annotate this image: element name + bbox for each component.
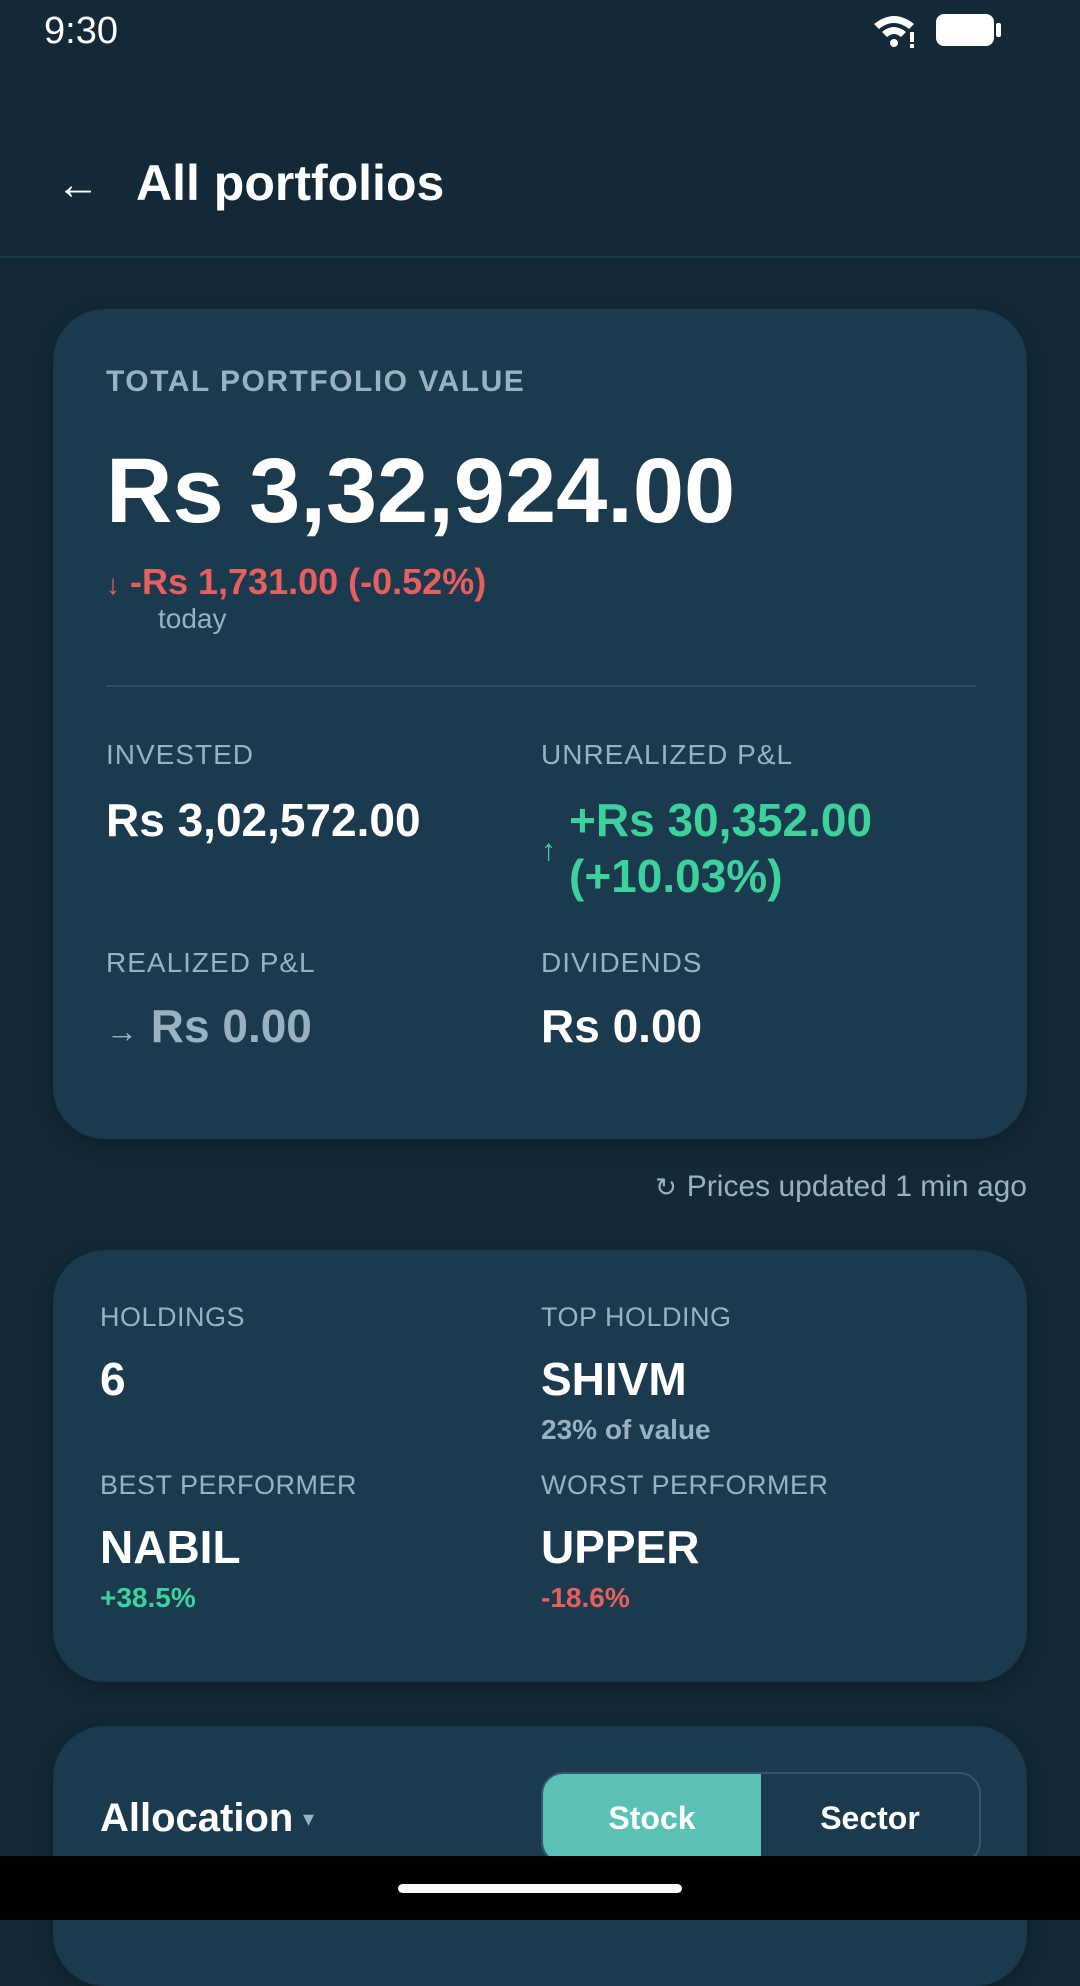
top-holding-share: 23% of value [541, 1414, 711, 1445]
right-arrow-icon: → [106, 1013, 138, 1049]
invested-value: Rs 3,02,572.00 [106, 794, 421, 846]
best-performer-label: BEST PERFORMER [100, 1470, 358, 1500]
allocation-toggle: Stock Sector [541, 1772, 981, 1864]
battery-icon [936, 14, 1001, 46]
home-indicator[interactable] [398, 1884, 682, 1893]
down-arrow-icon: ↓ [106, 569, 120, 600]
divider [106, 685, 976, 687]
page-title: All portfolios [136, 155, 445, 211]
unrealized-value: +Rs 30,352.00 [569, 794, 873, 846]
top-holding-label: TOP HOLDING [541, 1302, 732, 1332]
holdings-stats-card: HOLDINGS 6 TOP HOLDING SHIVM 23% of valu… [53, 1250, 1027, 1682]
top-holding-symbol: SHIVM [541, 1353, 687, 1405]
wifi-icon [874, 16, 914, 48]
unrealized-percent: (+10.03%) [569, 850, 783, 902]
realized-value: Rs 0.00 [150, 1000, 312, 1052]
status-bar: 9:30 [0, 0, 1080, 60]
worst-performer-symbol: UPPER [541, 1521, 700, 1573]
toggle-stock[interactable]: Stock [543, 1774, 761, 1862]
dividends-label: DIVIDENDS [541, 947, 703, 978]
day-change-note: today [158, 603, 227, 634]
realized-label: REALIZED P&L [106, 947, 316, 978]
chevron-down-icon[interactable]: ▾ [303, 1806, 314, 1832]
holdings-count: 6 [100, 1353, 126, 1405]
total-value: Rs 3,32,924.00 [106, 440, 736, 542]
total-value-label: TOTAL PORTFOLIO VALUE [106, 365, 526, 398]
unrealized-label: UNREALIZED P&L [541, 739, 794, 770]
holdings-label: HOLDINGS [100, 1302, 246, 1332]
worst-performer-label: WORST PERFORMER [541, 1470, 829, 1500]
day-change: ↓ -Rs 1,731.00 (-0.52%) [106, 561, 486, 603]
toggle-sector[interactable]: Sector [761, 1774, 979, 1862]
system-nav-bar [0, 1856, 1080, 1920]
invested-label: INVESTED [106, 739, 255, 770]
app-bar: ← All portfolios [0, 130, 1080, 258]
prices-updated-row[interactable]: ↻ Prices updated 1 min ago [655, 1170, 1027, 1204]
best-performer-change: +38.5% [100, 1582, 196, 1613]
dividends-value: Rs 0.00 [541, 1000, 703, 1052]
best-performer-symbol: NABIL [100, 1521, 241, 1573]
worst-performer-change: -18.6% [541, 1582, 630, 1613]
status-time: 9:30 [44, 10, 118, 52]
back-arrow-icon[interactable]: ← [56, 160, 100, 210]
refresh-icon: ↻ [654, 1172, 677, 1202]
prices-updated-text: Prices updated 1 min ago [686, 1170, 1027, 1203]
day-change-value: -Rs 1,731.00 (-0.52%) [130, 561, 487, 602]
realized-value-row: → Rs 0.00 [106, 999, 312, 1053]
up-arrow-icon: ↑ [541, 834, 556, 867]
portfolio-summary-card: TOTAL PORTFOLIO VALUE Rs 3,32,924.00 ↓ -R… [53, 309, 1027, 1139]
allocation-title[interactable]: Allocation [100, 1796, 293, 1841]
